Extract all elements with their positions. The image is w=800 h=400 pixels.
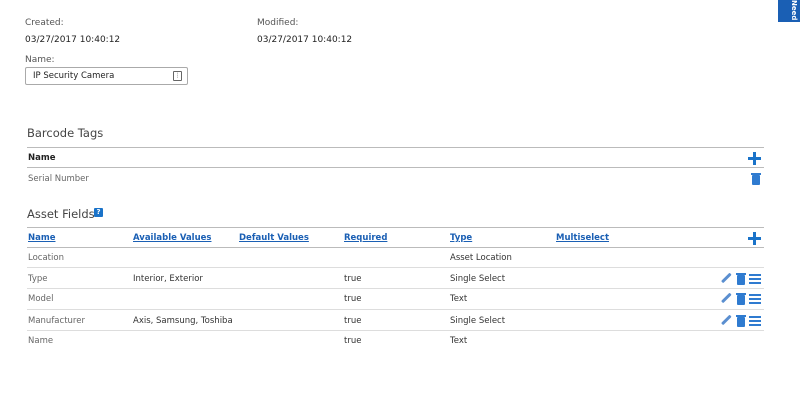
add-asset-field-icon[interactable] bbox=[748, 232, 761, 245]
edit-icon[interactable] bbox=[718, 271, 735, 288]
column-header-multiselect[interactable]: Multiselect bbox=[556, 233, 609, 243]
edit-icon[interactable] bbox=[718, 291, 735, 308]
row-0-name: Location bbox=[28, 253, 64, 263]
modified-value: 03/27/2017 10:40:12 bbox=[257, 35, 353, 45]
delete-icon[interactable] bbox=[735, 293, 747, 305]
row-3-name: Manufacturer bbox=[28, 316, 85, 326]
delete-barcode-tag-icon[interactable] bbox=[750, 173, 762, 185]
column-header-required[interactable]: Required bbox=[344, 233, 387, 243]
row-3-available-values: Axis, Samsung, Toshiba bbox=[133, 316, 233, 326]
row-3-type: Single Select bbox=[450, 316, 506, 326]
row-3-required: true bbox=[344, 316, 362, 326]
barcode-tags-title: Barcode Tags bbox=[27, 126, 104, 140]
barcode-header-name: Name bbox=[28, 153, 56, 163]
barcode-tags-top-rule bbox=[27, 147, 764, 148]
column-header-available-values[interactable]: Available Values bbox=[133, 233, 211, 243]
row-0-type: Asset Location bbox=[450, 253, 512, 263]
name-input-value: IP Security Camera bbox=[33, 71, 115, 81]
modified-label: Modified: bbox=[257, 18, 299, 28]
add-barcode-tag-icon[interactable] bbox=[748, 152, 761, 165]
delete-icon[interactable] bbox=[735, 315, 747, 327]
asset-fields-top-rule bbox=[27, 227, 764, 228]
row-4-required: true bbox=[344, 336, 362, 346]
row-2-rule bbox=[27, 309, 764, 310]
row-2-name: Model bbox=[28, 294, 54, 304]
asset-fields-header-rule bbox=[27, 247, 764, 248]
barcode-row-name: Serial Number bbox=[28, 174, 89, 184]
row-1-required: true bbox=[344, 274, 362, 284]
row-4-name: Name bbox=[28, 336, 54, 346]
name-input[interactable]: IP Security Camera ⋮ bbox=[25, 67, 188, 85]
asset-fields-help-icon[interactable]: ? bbox=[94, 208, 103, 217]
need-help-label: Need Help bbox=[790, 0, 798, 22]
row-4-type: Text bbox=[450, 336, 468, 346]
column-header-type[interactable]: Type bbox=[450, 233, 472, 243]
asset-fields-title: Asset Fields bbox=[27, 207, 95, 221]
row-1-rule bbox=[27, 288, 764, 289]
field-options-icon[interactable]: ⋮ bbox=[173, 71, 182, 81]
name-label: Name: bbox=[25, 55, 55, 65]
created-label: Created: bbox=[25, 18, 64, 28]
row-1-type: Single Select bbox=[450, 274, 506, 284]
row-1-available-values: Interior, Exterior bbox=[133, 274, 203, 284]
need-help-tab[interactable]: Need Help bbox=[778, 0, 800, 22]
row-0-rule bbox=[27, 267, 764, 268]
row-3-rule bbox=[27, 330, 764, 331]
column-header-name[interactable]: Name bbox=[28, 233, 55, 243]
row-2-type: Text bbox=[450, 294, 468, 304]
delete-icon[interactable] bbox=[735, 273, 747, 285]
row-1-name: Type bbox=[28, 274, 48, 284]
reorder-icon[interactable] bbox=[749, 293, 761, 305]
reorder-icon[interactable] bbox=[749, 273, 761, 285]
column-header-default-values[interactable]: Default Values bbox=[239, 233, 309, 243]
row-2-required: true bbox=[344, 294, 362, 304]
edit-icon[interactable] bbox=[718, 313, 735, 330]
barcode-tags-header-rule bbox=[27, 167, 764, 168]
reorder-icon[interactable] bbox=[749, 315, 761, 327]
created-value: 03/27/2017 10:40:12 bbox=[25, 35, 121, 45]
